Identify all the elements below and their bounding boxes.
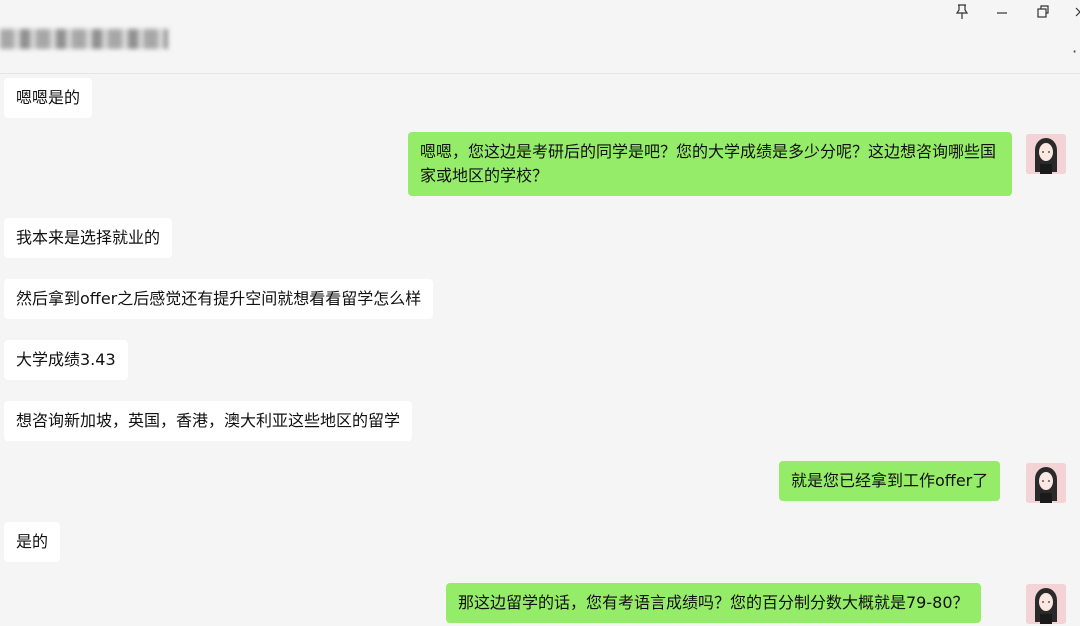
message-bubble: 嗯嗯，您这边是考研后的同学是吧？您的大学成绩是多少分呢？这边想咨询哪些国家或地区…: [408, 132, 1012, 196]
chat-header: ·: [0, 0, 1080, 74]
avatar-illustration-icon: [1026, 584, 1066, 624]
avatar-illustration-icon: [1026, 463, 1066, 503]
message-bubble: 那这边留学的话，您有考语言成绩吗？您的百分制分数大概就是79-80？: [446, 583, 981, 623]
avatar-illustration-icon: [1026, 134, 1066, 174]
message-bubble: 然后拿到offer之后感觉还有提升空间就想看看留学怎么样: [4, 279, 434, 319]
minimize-icon[interactable]: [990, 4, 1014, 24]
pin-icon[interactable]: [950, 4, 974, 24]
more-dots-icon[interactable]: ·: [1072, 42, 1077, 61]
message-bubble: 我本来是选择就业的: [4, 218, 173, 258]
message-bubble: 嗯嗯是的: [4, 78, 93, 118]
restore-icon[interactable]: [1031, 4, 1055, 24]
message-bubble: 就是您已经拿到工作offer了: [779, 461, 1001, 501]
avatar[interactable]: [1026, 584, 1066, 624]
avatar[interactable]: [1026, 463, 1066, 503]
blurred-contact-title: [0, 29, 168, 49]
close-icon[interactable]: [1068, 4, 1080, 24]
message-bubble: 想咨询新加坡，英国，香港，澳大利亚这些地区的留学: [4, 401, 413, 441]
message-list: 嗯嗯是的 嗯嗯，您这边是考研后的同学是吧？您的大学成绩是多少分呢？这边想咨询哪些…: [0, 74, 1080, 626]
message-bubble: 是的: [4, 522, 61, 562]
message-bubble: 大学成绩3.43: [4, 340, 128, 380]
avatar[interactable]: [1026, 134, 1066, 174]
